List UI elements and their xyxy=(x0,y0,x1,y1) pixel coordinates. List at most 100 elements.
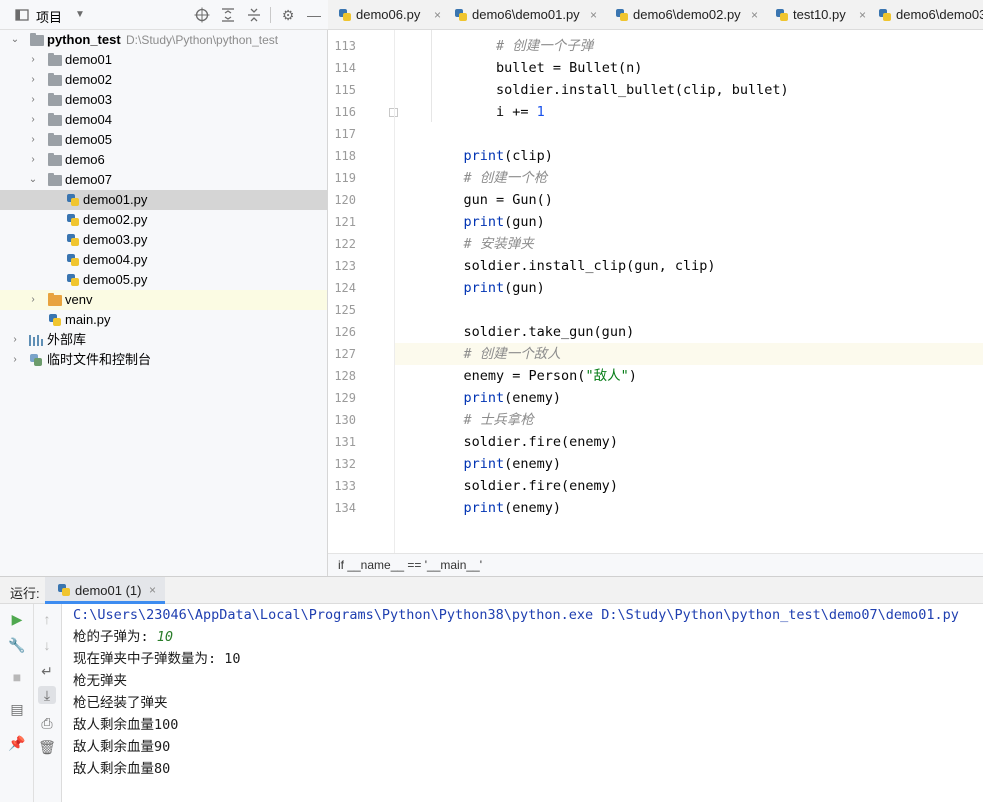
line-number[interactable]: 116 xyxy=(328,101,356,123)
line-number[interactable]: 133 xyxy=(328,475,356,497)
code-line[interactable] xyxy=(395,123,983,145)
tree-item-demo04-py[interactable]: demo04.py xyxy=(0,250,327,270)
line-number[interactable]: 132 xyxy=(328,453,356,475)
project-view-icon[interactable] xyxy=(14,7,30,23)
expand-all-icon[interactable] xyxy=(220,7,236,23)
chevron-right-icon[interactable]: › xyxy=(9,350,21,370)
close-icon[interactable]: × xyxy=(590,0,597,29)
code-line[interactable]: print(enemy) xyxy=(395,453,983,475)
tree-item-demo05-py[interactable]: demo05.py xyxy=(0,270,327,290)
close-icon[interactable]: × xyxy=(149,583,156,597)
tree-item-demo6[interactable]: › demo6 xyxy=(0,150,327,170)
project-view-title[interactable]: 项目 xyxy=(36,7,62,26)
code-line[interactable]: soldier.install_clip(gun, clip) xyxy=(395,255,983,277)
chevron-right-icon[interactable]: › xyxy=(27,70,39,90)
tree-item-demo07[interactable]: ⌄ demo07 xyxy=(0,170,327,190)
tree-item-venv[interactable]: › venv xyxy=(0,290,327,310)
collapse-all-icon[interactable] xyxy=(246,7,262,23)
run-tab-demo01[interactable]: demo01 (1) × xyxy=(45,577,165,604)
pin-icon[interactable]: 📌 xyxy=(8,734,26,752)
chevron-down-icon[interactable]: ▼ xyxy=(72,7,88,23)
tree-item-demo05[interactable]: › demo05 xyxy=(0,130,327,150)
tree-item-external-libraries[interactable]: › 外部库 xyxy=(0,330,327,350)
line-number[interactable]: 125 xyxy=(328,299,356,321)
editor-breadcrumb[interactable]: if __name__ == '__main__' xyxy=(328,553,983,576)
line-number[interactable]: 128 xyxy=(328,365,356,387)
code-line[interactable]: print(gun) xyxy=(395,211,983,233)
code-line[interactable]: print(enemy) xyxy=(395,497,983,519)
locate-icon[interactable] xyxy=(194,7,210,23)
code-line[interactable]: print(enemy) xyxy=(395,387,983,409)
line-number[interactable]: 122 xyxy=(328,233,356,255)
arrow-up-icon[interactable]: ↑ xyxy=(38,610,56,628)
line-number[interactable]: 118 xyxy=(328,145,356,167)
code-line[interactable]: soldier.take_gun(gun) xyxy=(395,321,983,343)
line-number[interactable]: 127 xyxy=(328,343,356,365)
code-line[interactable]: print(clip) xyxy=(395,145,983,167)
code-line[interactable] xyxy=(395,299,983,321)
soft-wrap-icon[interactable]: ↵ xyxy=(38,662,56,680)
run-console-output[interactable]: C:\Users\23046\AppData\Local\Programs\Py… xyxy=(62,604,983,802)
chevron-right-icon[interactable]: › xyxy=(27,290,39,310)
code-line[interactable]: bullet = Bullet(n) xyxy=(395,57,983,79)
close-icon[interactable]: × xyxy=(434,0,441,29)
wrench-icon[interactable]: 🔧 xyxy=(8,636,26,654)
code-area[interactable]: # 创建一个子弹 bullet = Bullet(n) soldier.inst… xyxy=(394,30,983,553)
line-number[interactable]: 119 xyxy=(328,167,356,189)
trash-icon[interactable]: 🗑 xyxy=(38,738,56,756)
tree-item-demo02[interactable]: › demo02 xyxy=(0,70,327,90)
chevron-down-icon[interactable]: ⌄ xyxy=(9,30,21,50)
line-number[interactable]: 114 xyxy=(328,57,356,79)
code-line[interactable]: enemy = Person("敌人") xyxy=(395,365,983,387)
line-number[interactable]: 129 xyxy=(328,387,356,409)
code-line[interactable]: soldier.fire(enemy) xyxy=(395,431,983,453)
chevron-right-icon[interactable]: › xyxy=(27,130,39,150)
line-number[interactable]: 120 xyxy=(328,189,356,211)
line-number[interactable]: 130 xyxy=(328,409,356,431)
tree-item-demo03[interactable]: › demo03 xyxy=(0,90,327,110)
tab-demo06-py[interactable]: demo06.py × xyxy=(338,0,448,29)
code-line[interactable]: # 创建一个敌人 xyxy=(395,343,983,365)
rerun-icon[interactable]: ▶ xyxy=(8,610,26,628)
tree-item-demo01[interactable]: › demo01 xyxy=(0,50,327,70)
chevron-right-icon[interactable]: › xyxy=(27,90,39,110)
line-number[interactable]: 115 xyxy=(328,79,356,101)
chevron-right-icon[interactable]: › xyxy=(27,110,39,130)
code-line[interactable]: i += 1 xyxy=(395,101,983,123)
code-line[interactable]: soldier.install_bullet(clip, bullet) xyxy=(395,79,983,101)
close-icon[interactable]: × xyxy=(751,0,758,29)
code-line[interactable]: soldier.fire(enemy) xyxy=(395,475,983,497)
code-line[interactable]: # 创建一个枪 xyxy=(395,167,983,189)
tree-item-main-py[interactable]: main.py xyxy=(0,310,327,330)
tree-item-demo01-py[interactable]: demo01.py xyxy=(0,190,327,210)
tree-item-demo02-py[interactable]: demo02.py xyxy=(0,210,327,230)
line-number-gutter[interactable]: 113 114 115 116 117 118 119 120 121 122 123 124 125 1… xyxy=(328,30,398,553)
print-icon[interactable]: ⎙ xyxy=(38,714,56,732)
line-number[interactable]: 117 xyxy=(328,123,356,145)
line-number[interactable]: 124 xyxy=(328,277,356,299)
stop-icon[interactable]: ■ xyxy=(8,668,26,686)
chevron-right-icon[interactable]: › xyxy=(27,150,39,170)
tab-demo6-demo02-py[interactable]: demo6\demo02.py × xyxy=(615,0,765,29)
tab-demo6-demo01-py[interactable]: demo6\demo01.py × xyxy=(454,0,604,29)
tree-item-demo03-py[interactable]: demo03.py xyxy=(0,230,327,250)
layout-icon[interactable]: ▤ xyxy=(8,700,26,718)
code-line[interactable]: # 创建一个子弹 xyxy=(395,35,983,57)
tree-item-python-test[interactable]: ⌄ python_test D:\Study\Python\python_tes… xyxy=(0,30,327,50)
scroll-to-end-icon[interactable]: ⤓ xyxy=(38,686,56,704)
line-number[interactable]: 113 xyxy=(328,35,356,57)
code-line[interactable]: gun = Gun() xyxy=(395,189,983,211)
line-number[interactable]: 126 xyxy=(328,321,356,343)
chevron-down-icon[interactable]: ⌄ xyxy=(27,170,39,190)
line-number[interactable]: 134 xyxy=(328,497,356,519)
console-command-line[interactable]: C:\Users\23046\AppData\Local\Programs\Py… xyxy=(73,604,959,626)
code-line[interactable]: # 士兵拿枪 xyxy=(395,409,983,431)
tree-item-demo04[interactable]: › demo04 xyxy=(0,110,327,130)
tab-demo6-demo03-py[interactable]: demo6\demo03.py xyxy=(878,0,983,29)
tree-item-scratches[interactable]: › 临时文件和控制台 xyxy=(0,350,327,370)
code-editor[interactable]: 113 114 115 116 117 118 119 120 121 122 123 124 125 1… xyxy=(328,30,983,553)
chevron-right-icon[interactable]: › xyxy=(9,330,21,350)
code-line[interactable]: # 安装弹夹 xyxy=(395,233,983,255)
arrow-down-icon[interactable]: ↓ xyxy=(38,636,56,654)
line-number[interactable]: 121 xyxy=(328,211,356,233)
